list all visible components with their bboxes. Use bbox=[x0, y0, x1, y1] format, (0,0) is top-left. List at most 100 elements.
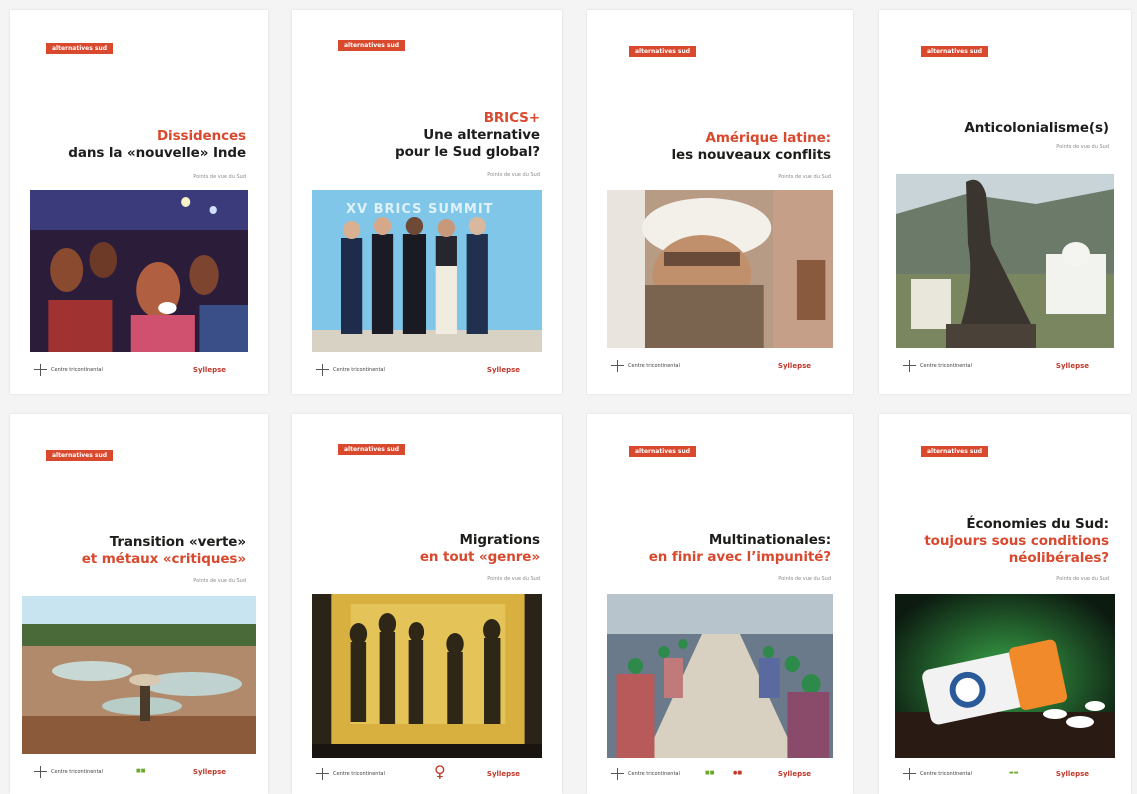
partner-logo: Syllepse bbox=[192, 366, 226, 374]
publisher-name: Centre tricontinental bbox=[333, 771, 385, 777]
publisher-logo: Centre tricontinental bbox=[611, 360, 680, 372]
publisher-logo: Centre tricontinental bbox=[903, 360, 972, 372]
partner-logo: Syllepse bbox=[1055, 362, 1089, 370]
book-cover-brics[interactable]: alternatives sud BRICS+ Une alternative … bbox=[292, 10, 562, 394]
book-cover-anticolonialisme[interactable]: alternatives sud Anticolonialisme(s) Poi… bbox=[879, 10, 1131, 394]
edition-note bbox=[499, 356, 500, 360]
partner-logo: Syllepse bbox=[486, 366, 520, 374]
cover-title: Dissidences dans la «nouvelle» Inde bbox=[68, 128, 246, 162]
cetri-logo-icon bbox=[316, 364, 330, 376]
edition-note bbox=[1068, 760, 1069, 764]
cover-title: Migrations en tout «genre» bbox=[420, 532, 540, 566]
cover-title: Anticolonialisme(s) bbox=[964, 120, 1109, 137]
publisher-logo: Centre tricontinental bbox=[34, 364, 103, 376]
cover-title: Économies du Sud: toujours sous conditio… bbox=[924, 516, 1109, 567]
partner-logo: Syllepse bbox=[777, 362, 811, 370]
title-line: toujours sous conditions bbox=[924, 533, 1109, 549]
publisher-name: Centre tricontinental bbox=[333, 367, 385, 373]
book-cover-amerique-latine[interactable]: alternatives sud Amérique latine: les no… bbox=[587, 10, 853, 394]
title-line: Une alternative bbox=[423, 127, 540, 143]
publisher-name: Centre tricontinental bbox=[628, 363, 680, 369]
mining-landscape-image bbox=[22, 596, 256, 754]
publisher-name: Centre tricontinental bbox=[51, 367, 103, 373]
series-badge: alternatives sud bbox=[338, 444, 406, 455]
cover-subtitle: Points de vue du Sud bbox=[778, 174, 831, 180]
title-line: et métaux «critiques» bbox=[81, 551, 246, 567]
cover-title: Transition «verte» et métaux «critiques» bbox=[82, 534, 246, 568]
edition-note bbox=[1068, 352, 1069, 356]
partner-logo: Syllepse bbox=[1055, 770, 1089, 778]
title-line: Multinationales: bbox=[708, 532, 831, 548]
partner-green-logo: ▬▬ bbox=[1009, 770, 1019, 776]
edition-note bbox=[790, 352, 791, 356]
title-line: néolibérales? bbox=[1008, 550, 1109, 566]
book-cover-transition-verte[interactable]: alternatives sud Transition «verte» et m… bbox=[10, 414, 268, 794]
edition-note bbox=[205, 758, 206, 762]
publisher-name: Centre tricontinental bbox=[628, 771, 680, 777]
cover-title: BRICS+ Une alternative pour le Sud globa… bbox=[395, 110, 540, 161]
title-line: les nouveaux conflits bbox=[671, 147, 831, 163]
publisher-logo: Centre tricontinental bbox=[316, 768, 385, 780]
title-line: Anticolonialisme(s) bbox=[964, 120, 1109, 136]
title-line: Migrations bbox=[459, 532, 541, 548]
cover-subtitle: Points de vue du Sud bbox=[1056, 576, 1109, 582]
publisher-name: Centre tricontinental bbox=[51, 769, 103, 775]
cover-subtitle: Points de vue du Sud bbox=[487, 576, 540, 582]
photo-caption: XV BRICS SUMMIT bbox=[346, 202, 494, 217]
cover-subtitle: Points de vue du Sud bbox=[487, 172, 540, 178]
series-badge: alternatives sud bbox=[46, 450, 114, 461]
cetri-logo-icon bbox=[611, 768, 625, 780]
book-cover-multinationales[interactable]: alternatives sud Multinationales: en fin… bbox=[587, 414, 853, 794]
publisher-logo: Centre tricontinental bbox=[903, 768, 972, 780]
series-badge: alternatives sud bbox=[629, 46, 697, 57]
series-badge: alternatives sud bbox=[921, 46, 989, 57]
title-line: Dissidences bbox=[156, 128, 246, 144]
partner-green-logo: ■■ bbox=[136, 768, 146, 774]
cover-subtitle: Points de vue du Sud bbox=[193, 174, 246, 180]
title-line: en finir avec l’impunité? bbox=[648, 549, 831, 565]
shadows-wall-image bbox=[312, 594, 542, 758]
brics-leaders-image: XV BRICS SUMMIT bbox=[312, 190, 542, 352]
cetri-logo-icon bbox=[903, 360, 917, 372]
edition-note bbox=[790, 760, 791, 764]
imf-pill-bottle-image bbox=[895, 594, 1115, 758]
cetri-logo-icon bbox=[611, 360, 625, 372]
partner-logo: Syllepse bbox=[486, 770, 520, 778]
book-cover-migrations[interactable]: alternatives sud Migrations en tout «gen… bbox=[292, 414, 562, 794]
cover-title: Multinationales: en finir avec l’impunit… bbox=[649, 532, 831, 566]
title-line: en tout «genre» bbox=[419, 549, 540, 565]
publisher-logo: Centre tricontinental bbox=[316, 364, 385, 376]
publisher-name: Centre tricontinental bbox=[920, 363, 972, 369]
cetri-logo-icon bbox=[316, 768, 330, 780]
title-line: dans la «nouvelle» Inde bbox=[68, 145, 246, 161]
venus-symbol-icon: ♀ bbox=[434, 762, 446, 781]
book-cover-economies-du-sud[interactable]: alternatives sud Économies du Sud: toujo… bbox=[879, 414, 1131, 794]
cover-subtitle: Points de vue du Sud bbox=[778, 576, 831, 582]
crowd-protest-image bbox=[30, 190, 248, 352]
statue-palace-image bbox=[896, 174, 1114, 348]
series-badge: alternatives sud bbox=[629, 446, 697, 457]
cover-subtitle: Points de vue du Sud bbox=[193, 578, 246, 584]
cetri-logo-icon bbox=[903, 768, 917, 780]
book-cover-dissidences[interactable]: alternatives sud Dissidences dans la «no… bbox=[10, 10, 268, 394]
title-line: Amérique latine: bbox=[705, 130, 832, 146]
factory-workers-image bbox=[607, 594, 833, 758]
series-badge: alternatives sud bbox=[338, 40, 406, 51]
cetri-logo-icon bbox=[34, 364, 48, 376]
edition-note bbox=[205, 356, 206, 360]
publisher-logo: Centre tricontinental bbox=[611, 768, 680, 780]
title-line: pour le Sud global? bbox=[395, 144, 540, 160]
edition-note bbox=[499, 760, 500, 764]
series-badge: alternatives sud bbox=[921, 446, 989, 457]
cover-title: Amérique latine: les nouveaux conflits bbox=[671, 130, 831, 164]
publisher-name: Centre tricontinental bbox=[920, 771, 972, 777]
masked-person-image bbox=[607, 190, 833, 348]
title-line: Économies du Sud: bbox=[966, 516, 1109, 532]
partner-logo: Syllepse bbox=[192, 768, 226, 776]
series-badge: alternatives sud bbox=[46, 43, 114, 54]
publisher-logo: Centre tricontinental bbox=[34, 766, 103, 778]
title-line: BRICS+ bbox=[483, 110, 540, 126]
partner-green-logo: ■■ bbox=[705, 770, 715, 776]
partner-red-logo: ●■ bbox=[733, 770, 743, 776]
partner-logo: Syllepse bbox=[777, 770, 811, 778]
